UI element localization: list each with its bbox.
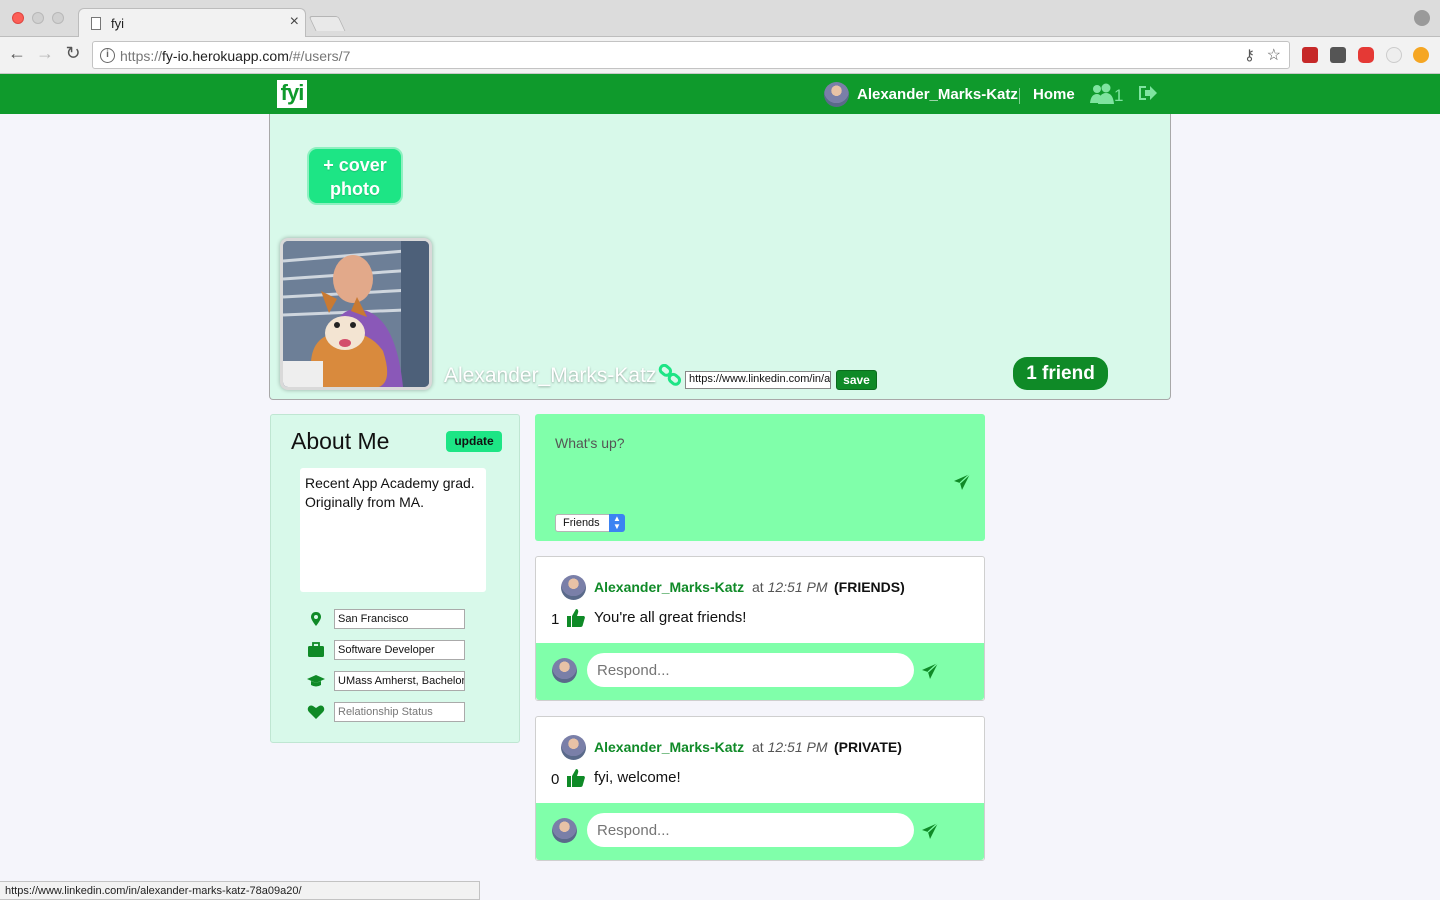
post-visibility: (PRIVATE) xyxy=(834,739,902,755)
alert-extension-icon[interactable] xyxy=(1413,47,1429,63)
post-card: Alexander_Marks-Katz at 12:51 PM (FRIEND… xyxy=(535,556,985,701)
add-cover-photo-button[interactable]: + cover photo xyxy=(307,147,403,205)
thumbs-up-icon[interactable] xyxy=(566,608,586,628)
profile-photo[interactable] xyxy=(280,238,432,390)
extension-icon[interactable] xyxy=(1386,47,1402,63)
work-row: Software Developer xyxy=(307,640,467,660)
bio-textarea[interactable]: Recent App Academy grad. Originally from… xyxy=(300,468,486,592)
relationship-row: Relationship Status xyxy=(307,702,467,722)
browser-tab[interactable]: fyi × xyxy=(78,8,306,38)
send-icon[interactable] xyxy=(953,473,971,491)
back-icon[interactable]: ← xyxy=(6,43,28,64)
save-link-button[interactable]: save xyxy=(836,370,877,390)
heart-icon xyxy=(307,705,325,719)
reply-bar xyxy=(536,803,984,860)
tab-close-icon[interactable]: × xyxy=(290,13,299,31)
reload-icon[interactable]: ↻ xyxy=(62,43,84,64)
education-row: UMass Amherst, Bachelor xyxy=(307,671,467,691)
linkedin-url-input[interactable]: https://www.linkedin.com/in/alexander-ma… xyxy=(685,371,831,389)
extension-icon[interactable] xyxy=(1330,47,1346,63)
friends-count-button[interactable]: 1 friend xyxy=(1013,357,1108,390)
browser-profile-icon[interactable] xyxy=(1414,10,1430,26)
nav-divider xyxy=(1019,88,1020,104)
post-timestamp: at 12:51 PM xyxy=(752,579,828,595)
post-timestamp: at 12:51 PM xyxy=(752,739,828,755)
url-text[interactable]: https://fy-io.herokuapp.com/#/users/7 xyxy=(120,48,350,64)
profile-photo-image xyxy=(283,241,429,387)
youtube-extension-icon[interactable] xyxy=(1358,47,1374,63)
key-icon[interactable]: ⚷ xyxy=(1244,46,1255,64)
minimize-window-button[interactable] xyxy=(32,12,44,24)
briefcase-icon xyxy=(308,642,324,657)
page-icon xyxy=(91,17,101,30)
zoom-window-button[interactable] xyxy=(52,12,64,24)
avatar[interactable] xyxy=(561,735,586,760)
about-me-title: About Me xyxy=(291,428,390,454)
friend-requests-count[interactable]: 1 xyxy=(1114,86,1123,106)
logout-icon[interactable] xyxy=(1137,84,1157,102)
post-card: Alexander_Marks-Katz at 12:51 PM (PRIVAT… xyxy=(535,716,985,861)
update-button[interactable]: update xyxy=(446,431,502,452)
location-field[interactable]: San Francisco xyxy=(334,609,465,629)
like-count: 1 xyxy=(551,611,560,628)
map-marker-icon xyxy=(311,612,321,626)
home-link[interactable]: Home xyxy=(1033,86,1075,103)
thumbs-up-icon[interactable] xyxy=(566,768,586,788)
graduation-cap-icon xyxy=(307,675,325,687)
link-icon[interactable] xyxy=(658,364,682,386)
relationship-status-field[interactable]: Relationship Status xyxy=(334,702,465,722)
close-window-button[interactable] xyxy=(12,12,24,24)
audience-select[interactable]: Friends ▲ ▼ xyxy=(555,514,625,532)
composer-input[interactable]: What's up? xyxy=(555,435,625,451)
post-composer[interactable]: What's up? Friends ▲ ▼ xyxy=(535,414,985,541)
cover-area: + cover photo Alexander_Marks-Katz https… xyxy=(269,114,1171,400)
respond-input[interactable] xyxy=(587,653,914,687)
respond-input[interactable] xyxy=(587,813,914,847)
forward-icon[interactable]: → xyxy=(34,43,56,64)
post-visibility: (FRIENDS) xyxy=(834,579,905,595)
location-row: San Francisco xyxy=(307,609,467,629)
reply-bar xyxy=(536,643,984,700)
browser-toolbar: ← → ↻ i https://fy-io.herokuapp.com/#/us… xyxy=(0,37,1440,74)
post-author-link[interactable]: Alexander_Marks-Katz xyxy=(594,579,744,595)
avatar[interactable] xyxy=(561,575,586,600)
like-count: 0 xyxy=(551,771,560,788)
browser-tab-bar: fyi × xyxy=(0,0,1440,38)
about-me-panel: About Me update Recent App Academy grad.… xyxy=(270,414,520,743)
browser-status-bar: https://www.linkedin.com/in/alexander-ma… xyxy=(0,881,480,900)
post-body: You're all great friends! xyxy=(594,609,747,626)
work-field[interactable]: Software Developer xyxy=(334,640,465,660)
send-icon[interactable] xyxy=(921,822,939,840)
post-author-link[interactable]: Alexander_Marks-Katz xyxy=(594,739,744,755)
ublock-extension-icon[interactable] xyxy=(1302,47,1318,63)
fyi-logo[interactable]: fyi xyxy=(277,80,307,108)
post-body: fyi, welcome! xyxy=(594,769,681,786)
bookmark-star-icon[interactable]: ☆ xyxy=(1267,45,1281,65)
new-tab-button[interactable] xyxy=(308,16,346,31)
avatar xyxy=(552,658,577,683)
site-info-icon[interactable]: i xyxy=(100,48,115,63)
audience-value: Friends xyxy=(563,517,600,529)
send-icon[interactable] xyxy=(921,662,939,680)
chevron-updown-icon: ▲ ▼ xyxy=(609,514,625,532)
friend-requests-icon[interactable] xyxy=(1090,83,1116,105)
avatar xyxy=(552,818,577,843)
profile-name: Alexander_Marks-Katz xyxy=(444,364,657,387)
education-field[interactable]: UMass Amherst, Bachelor xyxy=(334,671,465,691)
address-bar[interactable]: i https://fy-io.herokuapp.com/#/users/7 … xyxy=(92,41,1290,69)
avatar[interactable] xyxy=(824,82,849,107)
tab-title: fyi xyxy=(111,16,124,31)
app-navbar: fyi Alexander_Marks-Katz Home 1 xyxy=(0,74,1440,114)
nav-username-link[interactable]: Alexander_Marks-Katz xyxy=(857,86,1018,103)
